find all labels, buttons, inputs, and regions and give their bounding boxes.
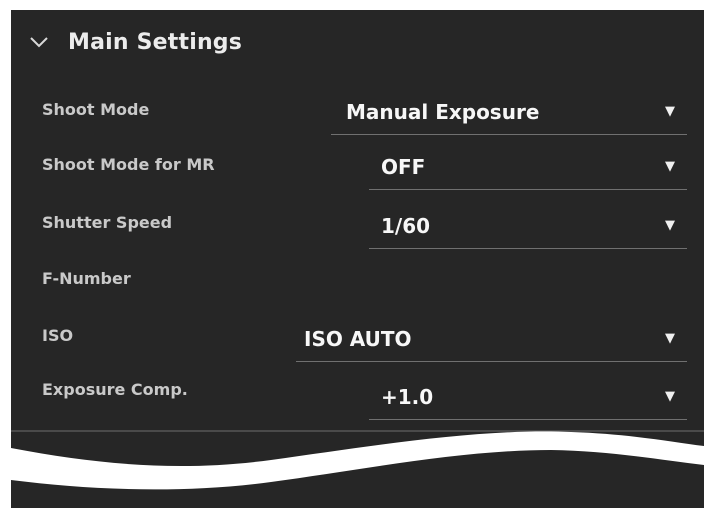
main-settings-header[interactable]: Main Settings <box>11 10 704 82</box>
shoot-mode-mr-dropdown[interactable]: OFF ▼ <box>369 146 687 190</box>
chevron-down-icon[interactable] <box>30 36 48 48</box>
shutter-speed-label: Shutter Speed <box>42 213 173 232</box>
settings-panel: Main Settings Shoot Mode Manual Exposure… <box>11 10 704 508</box>
iso-dropdown[interactable]: ISO AUTO ▼ <box>296 318 687 362</box>
dropdown-caret-icon: ▼ <box>665 218 675 233</box>
shoot-mode-value: Manual Exposure <box>346 100 540 124</box>
shutter-speed-value: 1/60 <box>381 214 431 238</box>
section-title: Main Settings <box>68 30 243 55</box>
f-number-label: F-Number <box>42 269 131 288</box>
dropdown-caret-icon: ▼ <box>665 331 675 346</box>
dropdown-caret-icon: ▼ <box>665 159 675 174</box>
exposure-comp-label: Exposure Comp. <box>42 380 188 399</box>
shoot-mode-mr-value: OFF <box>381 155 426 179</box>
exposure-comp-value: +1.0 <box>381 385 434 409</box>
section-divider <box>11 430 704 432</box>
iso-value: ISO AUTO <box>304 327 412 351</box>
exposure-comp-dropdown[interactable]: +1.0 ▼ <box>369 376 687 420</box>
shoot-mode-dropdown[interactable]: Manual Exposure ▼ <box>331 91 687 135</box>
dropdown-caret-icon: ▼ <box>665 389 675 404</box>
dropdown-caret-icon: ▼ <box>665 104 675 119</box>
shoot-mode-mr-label: Shoot Mode for MR <box>42 155 215 174</box>
cut-wave-decoration <box>11 431 704 490</box>
shutter-speed-dropdown[interactable]: 1/60 ▼ <box>369 205 687 249</box>
shoot-mode-label: Shoot Mode <box>42 100 150 119</box>
iso-label: ISO <box>42 326 74 345</box>
